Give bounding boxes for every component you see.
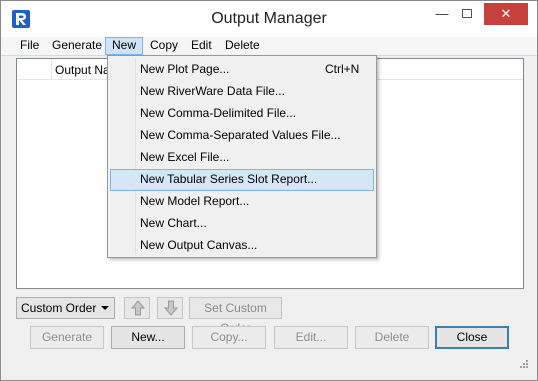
menu-item-new-tabular-series-slot-report[interactable]: New Tabular Series Slot Report...: [110, 169, 374, 191]
resize-grip-icon[interactable]: [517, 359, 529, 371]
maximize-icon: [462, 9, 472, 18]
move-down-button[interactable]: [157, 297, 183, 319]
new-menu-dropdown: New Plot Page... Ctrl+N New RiverWare Da…: [107, 55, 377, 258]
menu-file[interactable]: File: [14, 37, 45, 55]
maximize-button[interactable]: [454, 3, 480, 25]
set-custom-order-button[interactable]: Set Custom Order: [189, 297, 282, 335]
delete-button[interactable]: Delete: [355, 326, 429, 349]
column-header-output-name[interactable]: Output Na: [55, 63, 110, 77]
menu-new[interactable]: New: [105, 37, 144, 55]
arrow-down-icon: [164, 300, 178, 316]
title-bar: Output Manager — ✕: [1, 1, 537, 37]
menu-item-new-csv-file[interactable]: New Comma-Separated Values File...: [110, 125, 374, 147]
menu-bar: File Generate New Copy Edit Delete: [1, 37, 537, 56]
move-up-button[interactable]: [124, 297, 150, 319]
copy-button[interactable]: Copy...: [192, 326, 266, 349]
menu-item-label: New Plot Page...: [140, 62, 230, 76]
menu-item-new-comma-delimited-file[interactable]: New Comma-Delimited File...: [110, 103, 374, 125]
new-button[interactable]: New...: [111, 326, 185, 349]
menu-item-new-output-canvas[interactable]: New Output Canvas...: [110, 235, 374, 257]
menu-item-shortcut: Ctrl+N: [325, 62, 360, 76]
output-manager-window: Output Manager — ✕ File Generate New Cop…: [0, 0, 538, 381]
menu-item-new-excel-file[interactable]: New Excel File...: [110, 147, 374, 169]
menu-item-new-riverware-data-file[interactable]: New RiverWare Data File...: [110, 81, 374, 103]
minimize-button[interactable]: —: [430, 3, 454, 25]
order-combobox[interactable]: Custom Order: [16, 297, 115, 319]
close-window-button[interactable]: ✕: [484, 3, 528, 25]
menu-item-new-model-report[interactable]: New Model Report...: [110, 191, 374, 213]
order-combobox-value: Custom Order: [21, 301, 97, 315]
edit-button[interactable]: Edit...: [274, 326, 348, 349]
arrow-up-icon: [131, 300, 145, 316]
close-button[interactable]: Close: [435, 326, 509, 349]
menu-delete[interactable]: Delete: [219, 37, 266, 55]
menu-generate[interactable]: Generate: [46, 37, 108, 55]
menu-copy[interactable]: Copy: [144, 37, 184, 55]
menu-item-new-plot-page[interactable]: New Plot Page... Ctrl+N: [110, 59, 374, 81]
menu-edit[interactable]: Edit: [185, 37, 218, 55]
generate-button[interactable]: Generate: [30, 326, 104, 349]
column-divider[interactable]: [51, 59, 52, 79]
menu-item-new-chart[interactable]: New Chart...: [110, 213, 374, 235]
chevron-down-icon: [101, 306, 109, 310]
ordering-controls: Custom Order Set Custom Order: [1, 297, 537, 335]
